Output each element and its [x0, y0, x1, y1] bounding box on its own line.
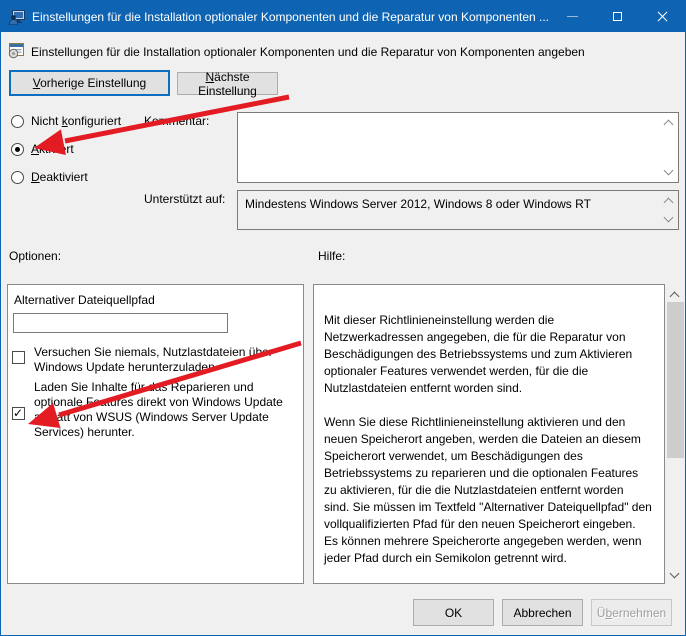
supported-on-label: Unterstützt auf: [144, 192, 225, 206]
never-download-label: Versuchen Sie niemals, Nutzlastdateien ü… [34, 345, 300, 375]
previous-setting-button[interactable]: Vorherige Einstellung [9, 70, 170, 96]
options-label: Optionen: [9, 249, 61, 263]
apply-button: Übernehmen [591, 599, 672, 626]
minimize-button[interactable] [550, 1, 595, 32]
supported-on-box: Mindestens Windows Server 2012, Windows … [237, 190, 679, 230]
scroll-down-icon[interactable] [670, 570, 680, 580]
radio-circle[interactable] [11, 143, 24, 156]
help-paragraph: Wenn Sie diese Richtlinieneinstellung ak… [324, 414, 652, 567]
radio-not-configured[interactable]: Nicht konfiguriert [11, 114, 121, 128]
scroll-down-icon [664, 167, 674, 177]
setting-icon [8, 42, 25, 59]
app-icon [9, 9, 25, 25]
help-label: Hilfe: [318, 249, 345, 263]
maximize-icon [613, 12, 622, 21]
window-title: Einstellungen für die Installation optio… [32, 10, 550, 24]
scroll-up-icon[interactable] [670, 290, 680, 300]
maximize-button[interactable] [595, 1, 640, 32]
radio-circle[interactable] [11, 115, 24, 128]
radio-circle[interactable] [11, 171, 24, 184]
cancel-button[interactable]: Abbrechen [502, 599, 583, 626]
never-download-checkbox[interactable] [12, 351, 25, 364]
help-scrollbar[interactable] [667, 285, 684, 583]
radio-enabled-label: Aktiviert [31, 142, 74, 156]
help-panel: Mit dieser Richtlinieneinstellung werden… [313, 284, 665, 584]
scrollbar-thumb[interactable] [667, 302, 684, 458]
radio-disabled-label: Deaktiviert [31, 170, 88, 184]
download-from-wu-label: Laden Sie Inhalte für das Reparieren und… [34, 380, 300, 440]
close-button[interactable] [640, 1, 685, 32]
titlebar: Einstellungen für die Installation optio… [1, 1, 685, 32]
minimize-icon [567, 16, 578, 17]
policy-setting-dialog: Einstellungen für die Installation optio… [0, 0, 686, 636]
radio-enabled[interactable]: Aktiviert [11, 142, 74, 156]
alternate-path-label: Alternativer Dateiquellpfad [14, 293, 155, 307]
comment-textarea[interactable] [237, 112, 679, 183]
options-panel: Alternativer Dateiquellpfad Versuchen Si… [7, 284, 304, 584]
scroll-up-icon [664, 196, 674, 206]
scroll-down-icon [664, 214, 674, 224]
radio-not-configured-label: Nicht konfiguriert [31, 114, 121, 128]
ok-button[interactable]: OK [413, 599, 494, 626]
comment-label: Kommentar: [144, 114, 209, 128]
download-from-wu-checkbox[interactable] [12, 407, 25, 420]
help-paragraph: Mit dieser Richtlinieneinstellung werden… [324, 312, 652, 397]
alternate-path-input[interactable] [13, 313, 228, 333]
setting-title: Einstellungen für die Installation optio… [31, 45, 671, 59]
next-setting-button[interactable]: Nächste Einstellung [177, 72, 278, 95]
scroll-up-icon [664, 118, 674, 128]
radio-disabled[interactable]: Deaktiviert [11, 170, 88, 184]
supported-on-value: Mindestens Windows Server 2012, Windows … [245, 197, 591, 211]
